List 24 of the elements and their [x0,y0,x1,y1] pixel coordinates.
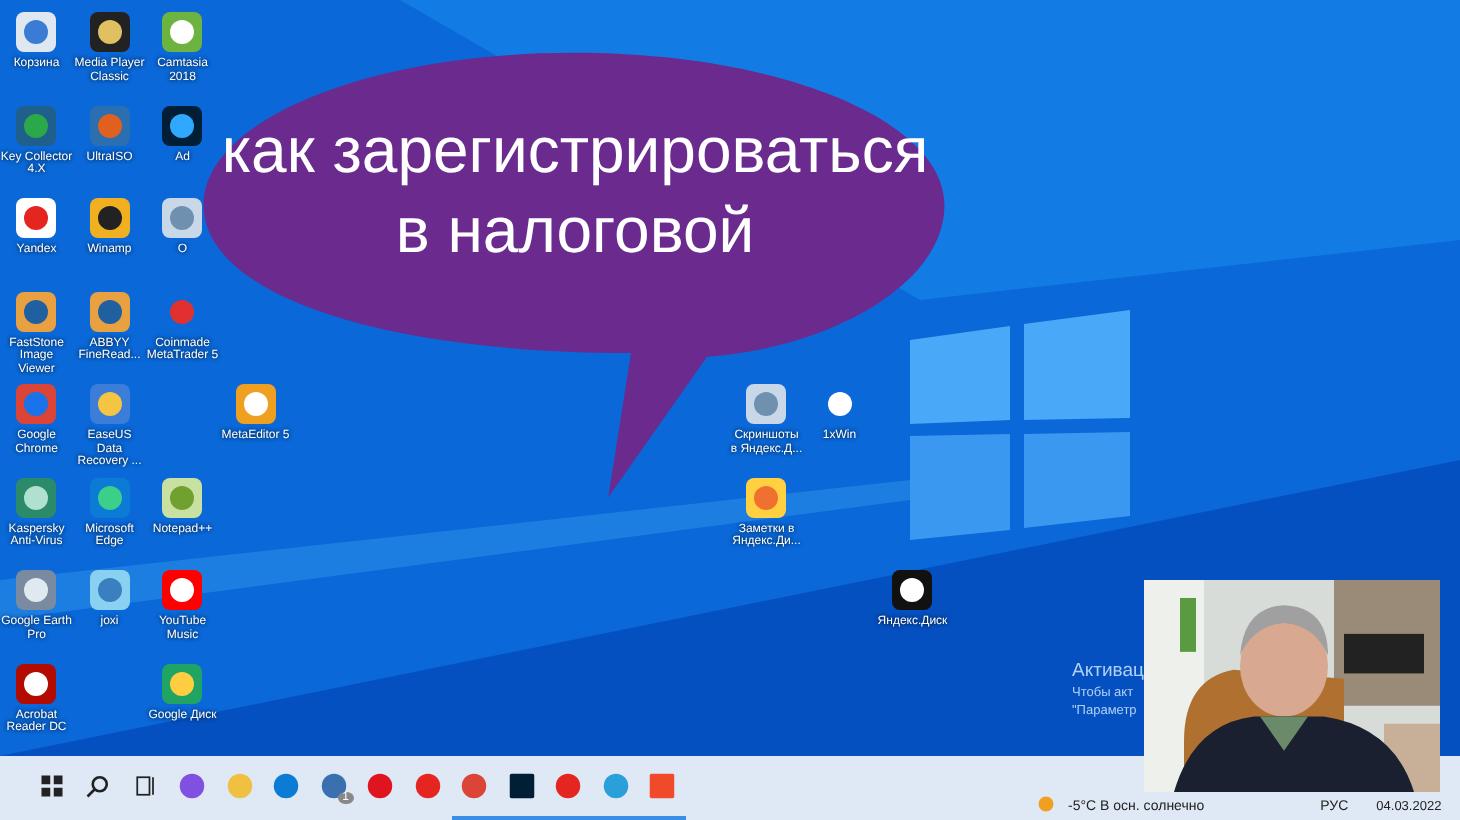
app-icon [507,772,536,800]
activation-text: Активац [1072,660,1144,682]
app-icon [319,772,348,800]
app-icon [131,772,160,800]
app-icon [601,772,630,800]
bubble-text: в налоговой [395,192,755,270]
app-icon [554,772,583,800]
app-icon [366,772,395,800]
app-icon[interactable] [158,194,207,242]
app-icon [648,772,677,800]
app-icon [84,772,113,800]
app-icon [460,772,489,800]
app-icon [272,772,301,800]
app-icon [225,772,254,800]
bubble-text: как зарегистрироваться [221,112,929,190]
app-icon [413,772,442,800]
app-icon[interactable] [888,566,937,614]
sun-icon [1036,794,1056,814]
app-icon[interactable] [85,194,134,242]
app-icon[interactable] [12,659,61,707]
app-icon[interactable] [158,101,207,149]
app-icon[interactable] [85,8,134,56]
app-icon [178,772,207,800]
app-icon [37,772,66,800]
